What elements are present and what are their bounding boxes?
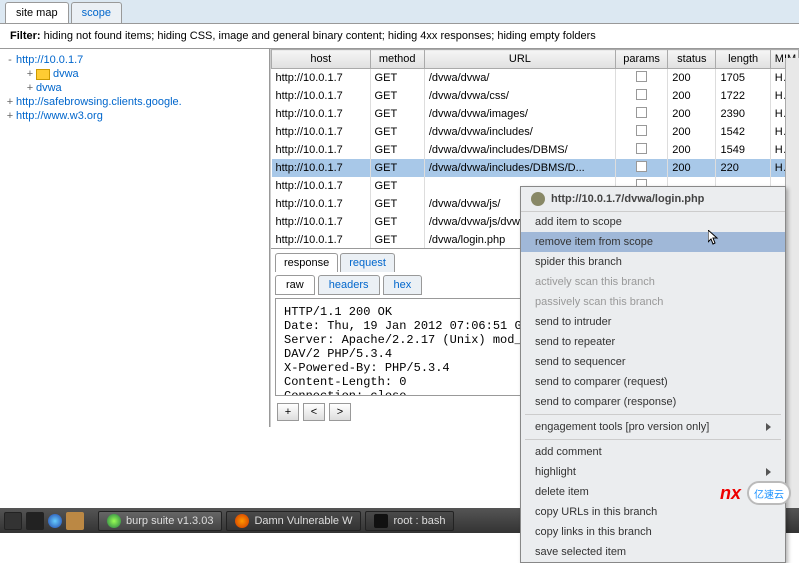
- column-url[interactable]: URL: [424, 50, 615, 69]
- files-icon[interactable]: [66, 512, 84, 530]
- task-terminal[interactable]: root : bash: [365, 511, 454, 531]
- table-row[interactable]: http://10.0.1.7GET/dvwa/dvwa/includes/DB…: [272, 141, 799, 159]
- context-menu: http://10.0.1.7/dvwa/login.php add item …: [520, 186, 786, 563]
- table-row[interactable]: http://10.0.1.7GET/dvwa/dvwa/includes/20…: [272, 123, 799, 141]
- column-host[interactable]: host: [272, 50, 371, 69]
- tree-node[interactable]: +http://www.w3.org: [2, 109, 267, 123]
- column-method[interactable]: method: [370, 50, 424, 69]
- task-burp[interactable]: burp suite v1.3.03: [98, 511, 222, 531]
- chevron-right-icon: [766, 423, 771, 431]
- context-menu-item[interactable]: highlight: [521, 462, 785, 482]
- context-menu-item[interactable]: add item to scope: [521, 212, 785, 232]
- context-menu-item: actively scan this branch: [521, 272, 785, 292]
- folder-icon: [36, 69, 50, 80]
- add-button[interactable]: +: [277, 403, 299, 421]
- tree-node[interactable]: -http://10.0.1.7: [2, 53, 267, 67]
- table-row[interactable]: http://10.0.1.7GET/dvwa/dvwa/2001705HTM: [272, 69, 799, 88]
- subtab-raw[interactable]: raw: [275, 275, 315, 295]
- context-menu-item[interactable]: send to intruder: [521, 312, 785, 332]
- context-menu-item[interactable]: remove item from scope: [521, 232, 785, 252]
- context-menu-item[interactable]: send to comparer (response): [521, 392, 785, 412]
- tab-scope[interactable]: scope: [71, 2, 122, 23]
- context-menu-item[interactable]: spider this branch: [521, 252, 785, 272]
- start-icon[interactable]: [4, 512, 22, 530]
- tree-node[interactable]: +dvwa: [2, 81, 267, 95]
- filter-text: hiding not found items; hiding CSS, imag…: [44, 30, 596, 42]
- gear-icon: [531, 192, 545, 206]
- terminal-icon[interactable]: [26, 512, 44, 530]
- cursor-icon: [708, 230, 720, 246]
- site-tree[interactable]: -http://10.0.1.7 +dvwa +dvwa +http://saf…: [0, 49, 270, 427]
- vertical-scrollbar[interactable]: [785, 58, 799, 508]
- toggle-icon[interactable]: +: [24, 68, 36, 80]
- column-status[interactable]: status: [668, 50, 716, 69]
- next-button[interactable]: >: [329, 403, 351, 421]
- toggle-icon[interactable]: +: [24, 82, 36, 94]
- tab-response[interactable]: response: [275, 253, 338, 272]
- toggle-icon[interactable]: +: [4, 96, 16, 108]
- tab-request[interactable]: request: [340, 253, 395, 272]
- tree-node[interactable]: +http://safebrowsing.clients.google.: [2, 95, 267, 109]
- burp-icon: [107, 514, 121, 528]
- column-length[interactable]: length: [716, 50, 770, 69]
- context-menu-item[interactable]: send to sequencer: [521, 352, 785, 372]
- column-params[interactable]: params: [615, 50, 667, 69]
- watermark-nx: nx: [720, 483, 741, 504]
- context-menu-item[interactable]: copy links in this branch: [521, 522, 785, 542]
- context-menu-item: passively scan this branch: [521, 292, 785, 312]
- context-menu-title: http://10.0.1.7/dvwa/login.php: [521, 187, 785, 212]
- top-tabs: site map scope: [0, 0, 799, 24]
- watermark: nx 亿速云: [720, 481, 791, 505]
- prev-button[interactable]: <: [303, 403, 325, 421]
- context-menu-item[interactable]: add comment: [521, 442, 785, 462]
- watermark-cloud-icon: 亿速云: [747, 481, 791, 505]
- tree-node[interactable]: +dvwa: [2, 67, 267, 81]
- context-menu-item[interactable]: save selected item: [521, 542, 785, 562]
- filter-label: Filter:: [10, 30, 41, 42]
- context-menu-item[interactable]: send to repeater: [521, 332, 785, 352]
- table-row[interactable]: http://10.0.1.7GET/dvwa/dvwa/css/2001722…: [272, 87, 799, 105]
- task-browser[interactable]: Damn Vulnerable W: [226, 511, 361, 531]
- context-menu-item[interactable]: send to comparer (request): [521, 372, 785, 392]
- tab-sitemap[interactable]: site map: [5, 2, 69, 23]
- terminal-icon: [374, 514, 388, 528]
- table-row[interactable]: http://10.0.1.7GET/dvwa/dvwa/images/2002…: [272, 105, 799, 123]
- context-menu-item[interactable]: engagement tools [pro version only]: [521, 417, 785, 437]
- subtab-hex[interactable]: hex: [383, 275, 423, 295]
- filter-bar[interactable]: Filter: hiding not found items; hiding C…: [0, 24, 799, 49]
- chevron-right-icon: [766, 468, 771, 476]
- subtab-headers[interactable]: headers: [318, 275, 380, 295]
- toggle-icon[interactable]: +: [4, 110, 16, 122]
- table-row[interactable]: http://10.0.1.7GET/dvwa/dvwa/includes/DB…: [272, 159, 799, 177]
- ball-icon[interactable]: [48, 514, 62, 528]
- toggle-icon[interactable]: -: [4, 54, 16, 66]
- context-menu-item[interactable]: copy URLs in this branch: [521, 502, 785, 522]
- firefox-icon: [235, 514, 249, 528]
